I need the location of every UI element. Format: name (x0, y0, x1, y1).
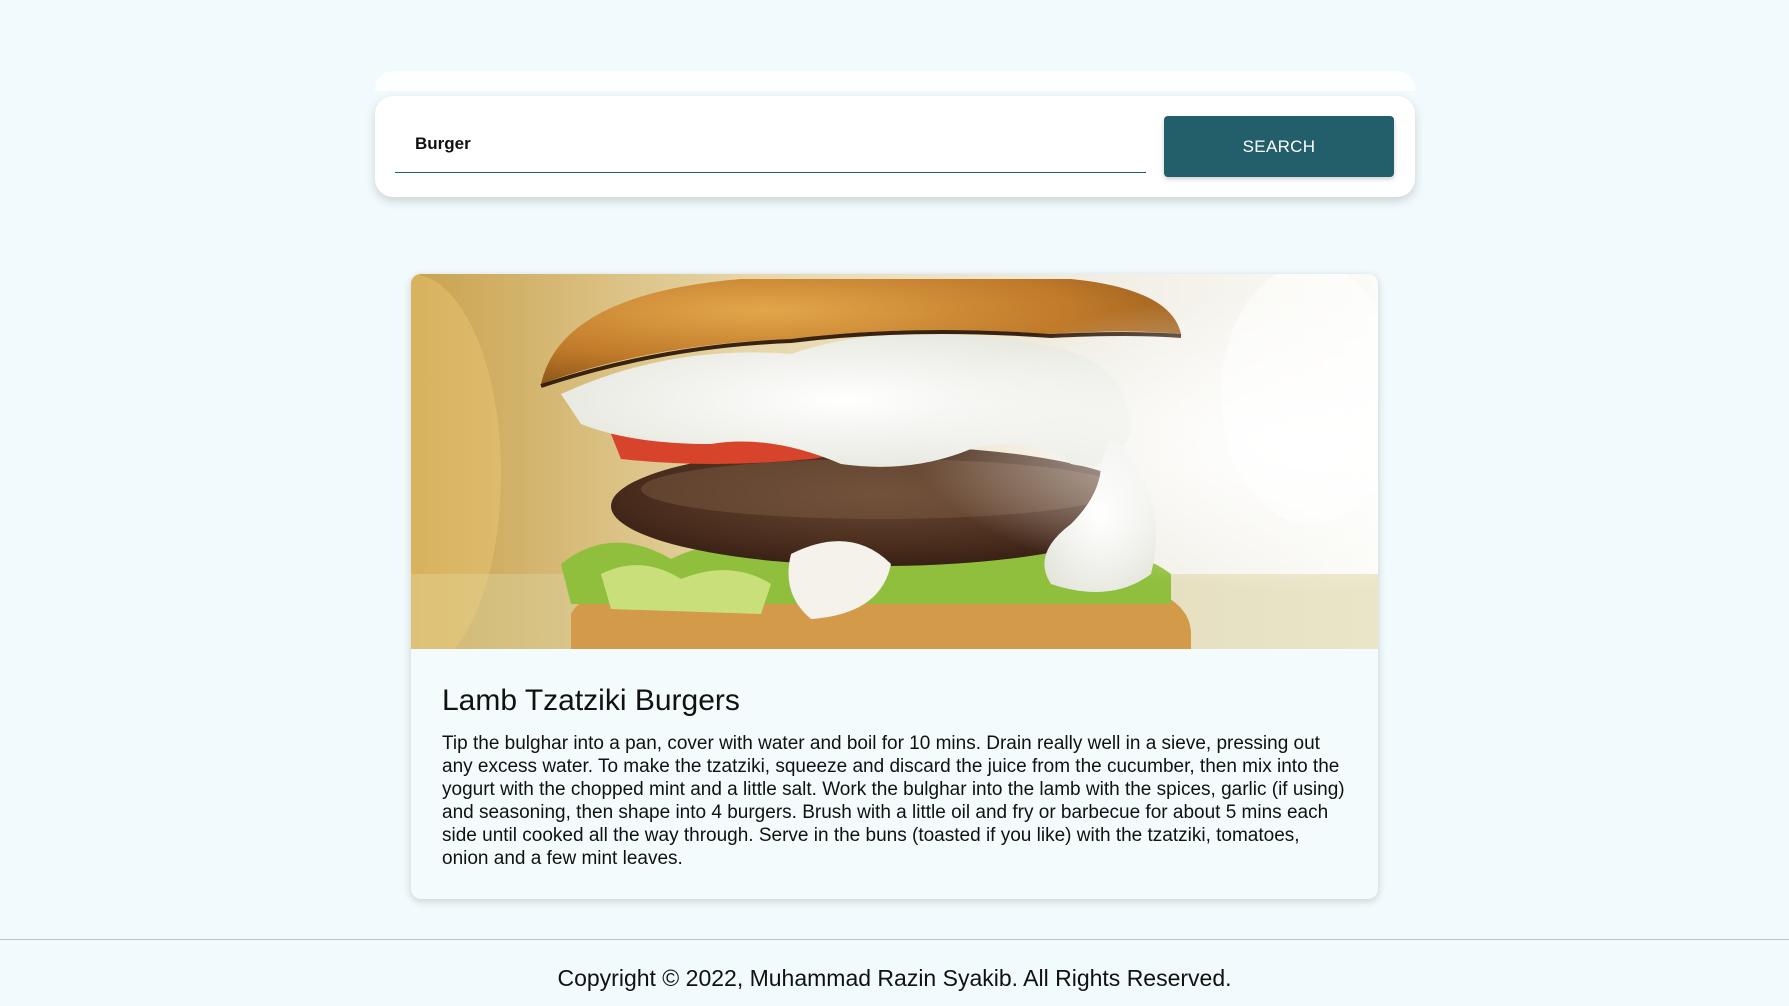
footer-copyright: Copyright © 2022, Muhammad Razin Syakib.… (557, 965, 1232, 991)
search-button[interactable]: SEARCH (1164, 116, 1394, 177)
search-card: SEARCH (375, 96, 1415, 197)
page: SEARCH (0, 0, 1789, 1006)
recipe-instructions: Tip the bulghar into a pan, cover with w… (442, 733, 1345, 869)
search-input[interactable] (395, 116, 1146, 173)
recipe-image (411, 274, 1378, 649)
footer-divider (0, 939, 1789, 940)
recipe-title: Lamb Tzatziki Burgers (442, 684, 740, 717)
recipe-body: Lamb Tzatziki Burgers Tip the bulghar in… (442, 683, 1347, 870)
search-card-ghost (375, 71, 1415, 91)
recipe-card[interactable]: Lamb Tzatziki Burgers Tip the bulghar in… (411, 274, 1378, 899)
